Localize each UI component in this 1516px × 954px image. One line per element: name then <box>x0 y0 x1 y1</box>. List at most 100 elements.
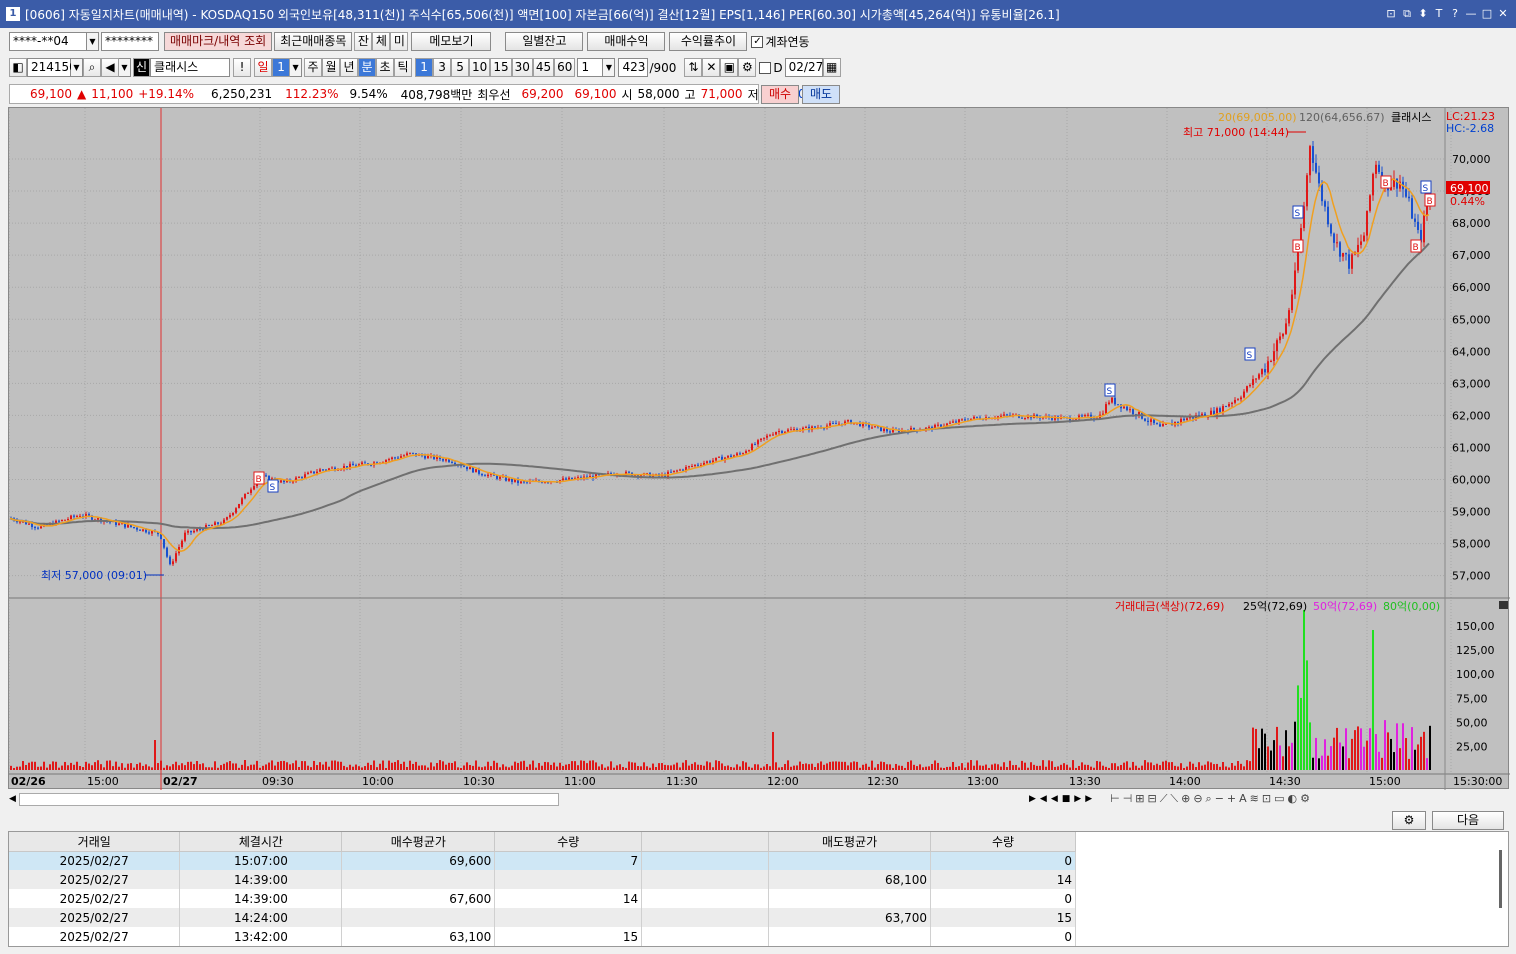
buy-marker[interactable]: B <box>1380 175 1392 189</box>
interval-10[interactable]: 10 <box>469 58 491 77</box>
daily-balance-button[interactable]: 일별잔고 <box>505 32 584 51</box>
table-scrollbar[interactable] <box>1499 850 1502 908</box>
sell-marker[interactable]: S <box>267 479 279 493</box>
sell-marker[interactable]: S <box>1420 180 1432 194</box>
tab-monthly[interactable]: 월 <box>322 58 341 77</box>
sell-marker[interactable]: S <box>1292 205 1304 219</box>
table-row[interactable]: 2025/02/27 15:07:00 69,600 7 0 <box>9 851 1076 870</box>
search-icon[interactable]: ⌕ <box>83 58 101 77</box>
chevron-down-icon[interactable]: ▼ <box>290 58 303 77</box>
volume-bar <box>436 762 438 770</box>
settings-icon[interactable]: ⚙ <box>1392 810 1426 830</box>
sell-marker[interactable]: S <box>1244 347 1256 361</box>
memo-button[interactable]: 메모보기 <box>411 32 492 51</box>
volume-bar <box>274 765 276 770</box>
table-row[interactable]: 2025/02/27 14:24:00 63,700 15 <box>9 908 1076 927</box>
calendar-icon[interactable]: ▦ <box>822 58 841 77</box>
speaker-icon[interactable]: ◀ <box>101 58 119 77</box>
col-buy-qty[interactable]: 수량 <box>494 832 643 852</box>
table-row[interactable]: 2025/02/27 14:39:00 68,100 14 <box>9 870 1076 889</box>
playback-icons[interactable]: ▶◀◀■▶▶ <box>1029 794 1096 804</box>
chart-canvas[interactable]: 70,00069,00068,00067,00066,00065,00064,0… <box>9 108 1510 790</box>
buy-marker[interactable]: B <box>253 471 265 485</box>
data-count-input[interactable]: 423 <box>618 58 649 77</box>
col-sell-qty[interactable]: 수량 <box>930 832 1076 852</box>
tab-weekly[interactable]: 주 <box>304 58 323 77</box>
tab-second[interactable]: 초 <box>376 58 395 77</box>
trade-mark-button[interactable]: 매매마크/내역 조회 <box>164 32 273 51</box>
volume-bar <box>673 764 675 770</box>
profit-trend-button[interactable]: 수익률추이 <box>669 32 748 51</box>
font-icon[interactable]: T <box>1432 7 1446 21</box>
count-select[interactable]: 1 <box>577 58 604 77</box>
col-sell-avg[interactable]: 매도평균가 <box>768 832 932 852</box>
table-row[interactable]: 2025/02/27 14:39:00 67,600 14 0 <box>9 889 1076 908</box>
date-checkbox[interactable] <box>759 61 772 74</box>
table-row[interactable]: 2025/02/27 13:42:00 63,100 15 0 <box>9 927 1076 946</box>
col-buy-avg[interactable]: 매수평균가 <box>341 832 496 852</box>
buy-button[interactable]: 매수 <box>761 84 799 104</box>
pin-icon[interactable]: ⬍ <box>1416 7 1430 21</box>
candle-body <box>196 529 198 531</box>
date-input[interactable]: 02/27 <box>784 58 823 77</box>
trade-profit-button[interactable]: 매매수익 <box>587 32 666 51</box>
close-icon[interactable]: ✕ <box>1496 7 1510 21</box>
interval-30[interactable]: 30 <box>511 58 533 77</box>
price-chart[interactable]: 70,00069,00068,00067,00066,00065,00064,0… <box>8 107 1510 790</box>
chevron-down-icon[interactable]: ▼ <box>87 32 99 51</box>
stock-name-field[interactable]: 클래시스 <box>150 58 231 77</box>
drawing-tools-icons[interactable]: ⊢⊣⊞⊟⟋⟍⊕⊖⌕−+A≋⊡▭◐⚙ <box>1110 792 1313 806</box>
tab-tick[interactable]: 틱 <box>394 58 413 77</box>
volume-bar <box>919 764 921 770</box>
tab-balance[interactable]: 잔 <box>354 32 373 51</box>
chevron-down-icon[interactable]: ▼ <box>603 58 616 77</box>
tools-icon[interactable]: ✕ <box>702 58 721 77</box>
save-icon[interactable]: ▣ <box>720 58 739 77</box>
interval-3[interactable]: 3 <box>433 58 452 77</box>
chevron-down-icon[interactable]: ▼ <box>71 58 83 77</box>
volume-bar <box>907 761 909 770</box>
price-change-pct: +19.14% <box>138 87 195 101</box>
interval-15[interactable]: 15 <box>490 58 512 77</box>
next-button[interactable]: 다음 <box>1432 810 1504 830</box>
minimize-icon[interactable]: — <box>1464 7 1478 21</box>
interval-45[interactable]: 45 <box>532 58 555 77</box>
scroll-left-icon[interactable]: ◀ <box>9 794 19 804</box>
chart-scrollbar[interactable] <box>19 792 559 806</box>
buy-marker[interactable]: B <box>1424 193 1436 207</box>
chevron-down-icon[interactable]: ▼ <box>119 58 131 77</box>
sell-button[interactable]: 매도 <box>802 84 840 104</box>
account-link-checkbox[interactable]: ✓ <box>751 35 764 48</box>
layout-icon[interactable]: ◧ <box>9 58 27 77</box>
interval-1[interactable]: 1 <box>415 58 434 77</box>
volume-bar <box>1285 730 1287 770</box>
cascade-icon[interactable]: ⧉ <box>1400 7 1414 21</box>
period-value[interactable]: 1 <box>272 58 291 77</box>
restore-icon[interactable]: ⊡ <box>1384 7 1398 21</box>
tab-executed[interactable]: 체 <box>372 32 391 51</box>
tab-daily[interactable]: 일 <box>254 58 273 77</box>
buy-marker[interactable]: B <box>1410 239 1422 253</box>
interval-60[interactable]: 60 <box>554 58 576 77</box>
indicator-icon[interactable]: ⇅ <box>684 58 703 77</box>
warning-button[interactable]: ! <box>233 58 252 77</box>
col-blank[interactable] <box>641 832 770 852</box>
password-input[interactable]: ******** <box>101 32 159 51</box>
tab-minute[interactable]: 분 <box>358 58 377 77</box>
account-input[interactable]: ****-**04 <box>9 32 87 51</box>
panel-close-icon[interactable] <box>1499 601 1508 609</box>
tab-pending[interactable]: 미 <box>390 32 409 51</box>
maximize-icon[interactable]: □ <box>1480 7 1494 21</box>
up-arrow-icon: ▲ <box>77 87 87 101</box>
tab-yearly[interactable]: 년 <box>340 58 359 77</box>
sell-marker[interactable]: S <box>1104 383 1116 397</box>
interval-5[interactable]: 5 <box>451 58 470 77</box>
buy-marker[interactable]: B <box>1292 239 1304 253</box>
gear-icon[interactable]: ⚙ <box>738 58 757 77</box>
help-icon[interactable]: ? <box>1448 7 1462 21</box>
stock-code-input[interactable]: 214150 <box>27 58 77 77</box>
recent-trades-button[interactable]: 최근매매종목 <box>274 32 353 51</box>
col-trade-date[interactable]: 거래일 <box>9 832 181 852</box>
col-exec-time[interactable]: 체결시간 <box>179 832 343 852</box>
volume-bar <box>667 765 669 770</box>
